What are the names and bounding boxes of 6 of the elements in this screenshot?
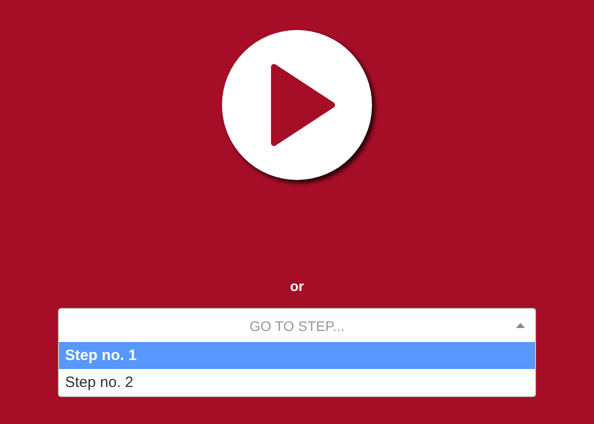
caret-icon xyxy=(516,323,525,328)
dropdown-placeholder: GO TO STEP... xyxy=(250,318,344,334)
step-dropdown[interactable]: GO TO STEP... Step no. 1 Step no. 2 xyxy=(58,308,536,397)
play-icon xyxy=(270,64,336,146)
dropdown-option[interactable]: Step no. 2 xyxy=(59,369,535,396)
or-separator: or xyxy=(290,278,304,294)
